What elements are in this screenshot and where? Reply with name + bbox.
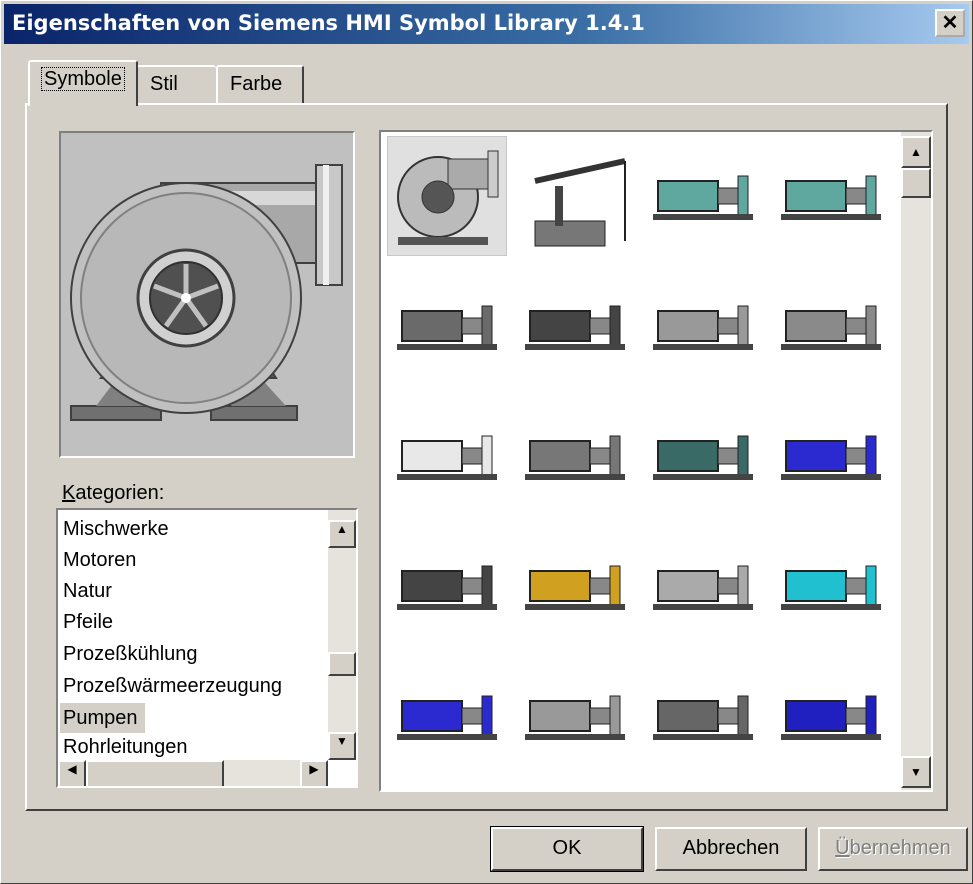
list-item[interactable]: Natur: [63, 576, 112, 606]
symbol-cell[interactable]: [643, 396, 761, 514]
blue-motor-pump-icon: [781, 435, 881, 480]
categories-list[interactable]: Mischwerke Motoren Natur Pfeile Prozeßkü…: [56, 508, 358, 788]
list-hscroll-thumb[interactable]: [86, 760, 224, 786]
symbol-cell[interactable]: [643, 136, 761, 254]
apply-button[interactable]: Übernehmen: [818, 827, 968, 871]
blue-motor-pump-2-icon: [397, 695, 497, 740]
window-title: Eigenschaften von Siemens HMI Symbol Lib…: [12, 11, 645, 35]
symbol-cell[interactable]: [771, 656, 889, 774]
arrow-right-icon: ▶: [309, 762, 319, 776]
centrifugal-blower-icon: [397, 150, 499, 245]
list-item[interactable]: Prozeßkühlung: [63, 639, 198, 669]
ok-button[interactable]: OK: [490, 826, 644, 872]
tab-symbole[interactable]: Symbole: [28, 60, 138, 106]
arrow-down-icon: ▼: [336, 734, 348, 748]
grid-vscroll-thumb[interactable]: [901, 168, 931, 198]
centrifugal-blower-preview-icon: [70, 164, 343, 421]
symbol-cell[interactable]: [387, 396, 505, 514]
categories-label-accel: K: [62, 482, 76, 504]
list-item[interactable]: Mischwerke: [63, 514, 169, 544]
motor-pump-skid-icon: [653, 305, 753, 350]
symbol-preview: [59, 131, 355, 458]
symbol-cell[interactable]: [515, 526, 633, 644]
list-scroll-down-button[interactable]: ▼: [328, 732, 356, 760]
white-pump-icon: [397, 435, 497, 480]
teal-motor-pump-2-icon: [781, 175, 881, 220]
symbol-cell[interactable]: [515, 656, 633, 774]
list-item[interactable]: Pfeile: [63, 607, 113, 637]
coupled-pump-icon: [525, 565, 625, 610]
grid-scroll-up-button[interactable]: ▲: [901, 136, 931, 168]
vertical-pump-icon: [525, 435, 625, 480]
gray-motor-icon: [397, 305, 497, 350]
list-scroll-right-button[interactable]: ▶: [300, 760, 328, 786]
symbol-cell[interactable]: [515, 266, 633, 384]
blue-gear-pump-icon: [781, 695, 881, 740]
title-bar[interactable]: Eigenschaften von Siemens HMI Symbol Lib…: [4, 4, 969, 44]
tab-farbe-label: Farbe: [230, 73, 283, 95]
inline-pump-icon: [525, 305, 625, 350]
skid-pump-icon: [653, 695, 753, 740]
cyan-pump-icon: [781, 565, 881, 610]
tab-stil[interactable]: Stil: [136, 65, 216, 103]
arrow-left-icon: ◀: [67, 762, 77, 776]
large-gray-pump-icon: [653, 565, 753, 610]
symbol-cell[interactable]: [515, 136, 633, 254]
symbol-cell[interactable]: [387, 656, 505, 774]
cancel-button[interactable]: Abbrechen: [655, 827, 807, 871]
close-icon: ✕: [941, 12, 959, 34]
categories-label: Kategorien:: [62, 482, 164, 505]
symbol-cell[interactable]: [387, 266, 505, 384]
long-shaft-pump-icon: [397, 565, 497, 610]
tab-farbe[interactable]: Farbe: [216, 65, 304, 103]
list-vscroll-thumb[interactable]: [328, 652, 356, 676]
symbol-cell[interactable]: [643, 656, 761, 774]
symbol-cell[interactable]: [387, 136, 507, 256]
arrow-down-icon: ▼: [910, 765, 922, 779]
symbol-cell[interactable]: [515, 396, 633, 514]
close-coupled-pump-icon: [781, 305, 881, 350]
categories-label-text: ategorien:: [75, 482, 165, 504]
symbol-cell[interactable]: [643, 526, 761, 644]
list-item[interactable]: Prozeßwärmeerzeugung: [63, 671, 282, 701]
tab-stil-label: Stil: [150, 73, 178, 95]
dark-pump-icon: [653, 435, 753, 480]
oil-pumpjack-icon: [534, 158, 626, 247]
symbol-cell[interactable]: [387, 526, 505, 644]
list-item[interactable]: Rohrleitungen: [63, 732, 188, 762]
teal-motor-pump-icon: [653, 175, 753, 220]
list-item-selected[interactable]: Pumpen: [60, 703, 145, 733]
apply-button-accel: Ü: [835, 837, 850, 859]
symbol-cell[interactable]: [771, 266, 889, 384]
apply-button-label: bernehmen: [849, 837, 951, 859]
arrow-up-icon: ▲: [910, 145, 922, 159]
grid-scroll-down-button[interactable]: ▼: [901, 756, 931, 788]
symbol-cell[interactable]: [771, 396, 889, 514]
close-button[interactable]: ✕: [935, 9, 965, 37]
gray-tank-pump-icon: [525, 695, 625, 740]
symbol-grid[interactable]: ▲ ▼: [379, 130, 933, 792]
symbol-cell[interactable]: [771, 526, 889, 644]
symbol-cell[interactable]: [643, 266, 761, 384]
grid-vscroll-track[interactable]: [901, 132, 931, 790]
arrow-up-icon: ▲: [336, 522, 348, 536]
list-item[interactable]: Motoren: [63, 545, 136, 575]
tab-symbole-label: Symbole: [41, 67, 125, 91]
symbol-cell[interactable]: [771, 136, 889, 254]
list-scroll-up-button[interactable]: ▲: [328, 520, 356, 548]
list-scroll-left-button[interactable]: ◀: [58, 760, 86, 786]
